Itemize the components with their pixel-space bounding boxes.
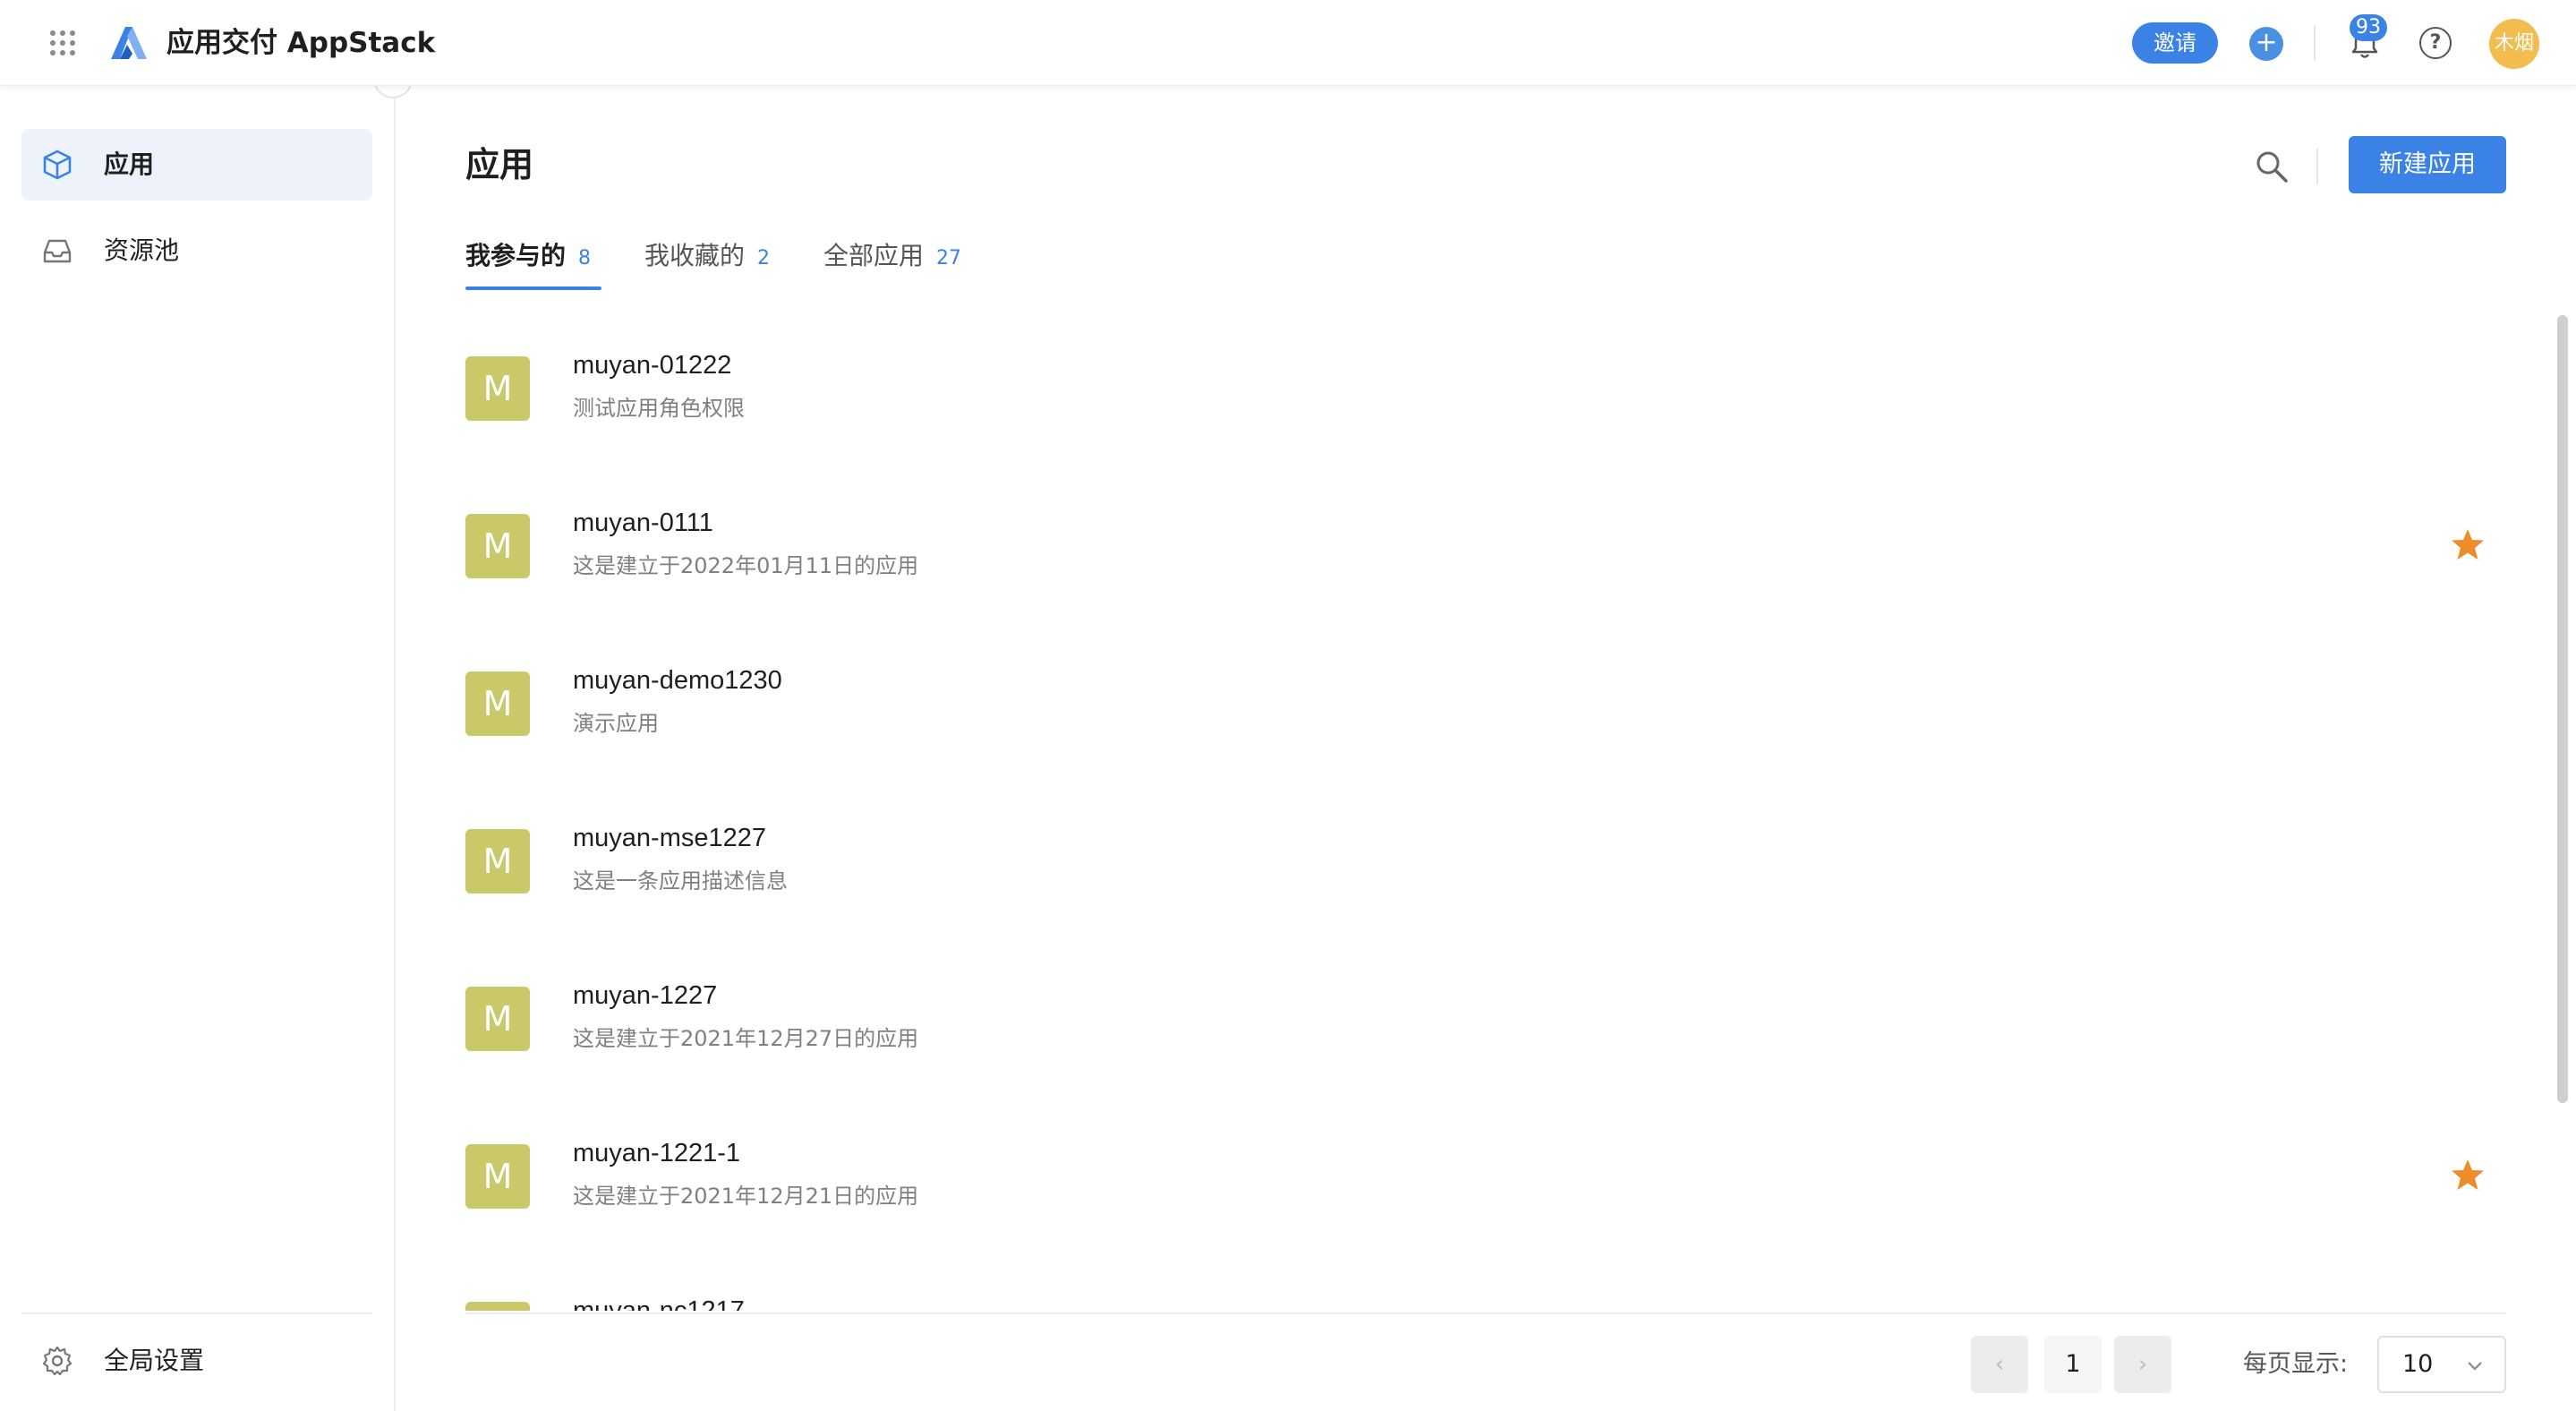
pagination-prev-button[interactable]: ‹ xyxy=(1971,1336,2028,1393)
app-description: 这是建立于2021年12月21日的应用 xyxy=(573,1184,919,1209)
app-name[interactable]: muyan-1227 xyxy=(573,976,717,1015)
app-description: 这是一条应用描述信息 xyxy=(573,868,788,894)
page-title: 应用 xyxy=(465,145,534,184)
app-avatar: M xyxy=(465,514,530,578)
sidebar-item-label: 应用 xyxy=(104,150,155,179)
app-avatar: M xyxy=(465,987,530,1051)
list-item[interactable]: M muyan-mse1227 这是一条应用描述信息 xyxy=(465,799,2506,956)
per-page-value: 10 xyxy=(2402,1350,2434,1378)
tab-all-apps[interactable]: 全部应用 27 xyxy=(823,233,985,290)
tab-label: 我参与的 xyxy=(465,241,567,270)
topbar-divider xyxy=(2314,25,2316,61)
list-item[interactable]: M muyan-0111 这是建立于2022年01月11日的应用 xyxy=(465,483,2506,641)
tab-label: 我收藏的 xyxy=(644,241,746,270)
list-footer-divider xyxy=(465,1313,2506,1314)
header-divider xyxy=(2316,149,2318,184)
sidebar-item-global-settings[interactable]: 全局设置 xyxy=(21,1325,372,1397)
tab-label: 全部应用 xyxy=(823,241,925,270)
app-avatar: M xyxy=(465,829,530,894)
list-item[interactable]: M muyan-1221-1 这是建立于2021年12月21日的应用 xyxy=(465,1114,2506,1271)
app-name[interactable]: muyan-demo1230 xyxy=(573,661,782,700)
tab-participated[interactable]: 我参与的 8 xyxy=(465,233,601,290)
list-scrollbar-thumb[interactable] xyxy=(2557,315,2568,1103)
app-avatar: M xyxy=(465,1302,530,1311)
inbox-icon xyxy=(43,239,72,263)
tab-favorites[interactable]: 我收藏的 2 xyxy=(644,233,797,290)
app-avatar: M xyxy=(465,1144,530,1209)
per-page-select[interactable]: 10 xyxy=(2377,1336,2506,1393)
star-icon[interactable] xyxy=(2450,526,2486,562)
help-icon[interactable]: ? xyxy=(2419,27,2452,59)
invite-button[interactable]: 邀请 xyxy=(2132,22,2218,64)
list-item[interactable]: M muyan-nc1217 xyxy=(465,1271,2506,1311)
app-name[interactable]: muyan-01222 xyxy=(573,346,731,385)
cube-icon xyxy=(43,150,72,180)
star-icon[interactable] xyxy=(2450,1157,2486,1193)
brand-title[interactable]: 应用交付 AppStack xyxy=(166,23,435,63)
pagination-next-button[interactable]: › xyxy=(2114,1336,2171,1393)
app-description: 这是建立于2022年01月11日的应用 xyxy=(573,553,919,578)
sidebar-item-apps[interactable]: 应用 xyxy=(21,129,372,201)
user-avatar[interactable]: 木烟 xyxy=(2489,19,2539,69)
app-avatar: M xyxy=(465,671,530,736)
notification-count-badge[interactable]: 93 xyxy=(2350,14,2387,41)
chevron-down-icon xyxy=(2468,1362,2482,1371)
new-app-button[interactable]: 新建应用 xyxy=(2349,136,2506,193)
sidebar: 应用 资源池 全局设置 xyxy=(0,86,396,1411)
app-description: 演示应用 xyxy=(573,711,659,736)
app-name[interactable]: muyan-mse1227 xyxy=(573,818,766,858)
pagination-current-page[interactable]: 1 xyxy=(2044,1336,2102,1393)
tab-count: 2 xyxy=(757,247,771,269)
sidebar-divider xyxy=(21,1313,372,1314)
tab-count: 8 xyxy=(578,247,592,269)
list-item[interactable]: M muyan-01222 测试应用角色权限 xyxy=(465,326,2506,483)
app-description: 测试应用角色权限 xyxy=(573,396,745,421)
search-icon[interactable] xyxy=(2254,149,2290,184)
tab-count: 27 xyxy=(936,247,962,269)
app-name[interactable]: muyan-nc1217 xyxy=(573,1291,745,1311)
app-description: 这是建立于2021年12月27日的应用 xyxy=(573,1026,919,1051)
app-avatar: M xyxy=(465,356,530,421)
settings-label: 全局设置 xyxy=(104,1346,205,1375)
appstack-logo-icon[interactable] xyxy=(107,23,152,63)
app-switcher-grid-icon[interactable] xyxy=(48,29,77,57)
sidebar-item-label: 资源池 xyxy=(104,235,180,265)
per-page-label: 每页显示: xyxy=(2243,1350,2349,1378)
app-list: M muyan-01222 测试应用角色权限 M muyan-0111 这是建立… xyxy=(465,326,2506,1311)
top-bar: 应用交付 AppStack 邀请 + 93 ? 木烟 xyxy=(0,0,2576,86)
sidebar-item-resource-pool[interactable]: 资源池 xyxy=(21,215,372,286)
app-name[interactable]: muyan-1221-1 xyxy=(573,1133,740,1173)
list-item[interactable]: M muyan-demo1230 演示应用 xyxy=(465,641,2506,799)
gear-icon xyxy=(42,1346,73,1376)
app-name[interactable]: muyan-0111 xyxy=(573,503,713,543)
list-item[interactable]: M muyan-1227 这是建立于2021年12月27日的应用 xyxy=(465,956,2506,1114)
create-plus-button[interactable]: + xyxy=(2249,27,2283,61)
